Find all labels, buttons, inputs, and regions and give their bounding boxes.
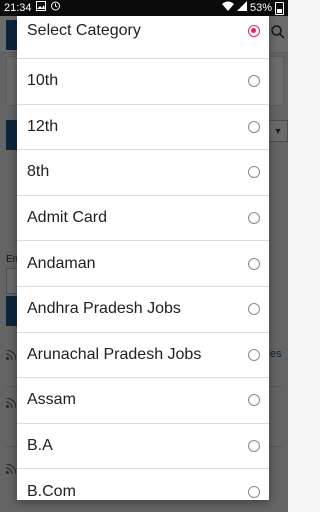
status-bar: 21:34 53% — [0, 0, 288, 16]
option-10th[interactable]: 10th — [17, 59, 269, 105]
option-andhra-pradesh-jobs[interactable]: Andhra Pradesh Jobs — [17, 287, 269, 333]
radio-icon[interactable] — [248, 394, 260, 407]
option-label: Admit Card — [27, 209, 108, 227]
option-label: Andaman — [27, 254, 96, 272]
option-assam[interactable]: Assam — [17, 378, 269, 424]
option-ba[interactable]: B.A — [17, 424, 269, 470]
option-label: 8th — [27, 163, 50, 181]
signal-icon — [236, 0, 247, 16]
option-arunachal-pradesh-jobs[interactable]: Arunachal Pradesh Jobs — [17, 333, 269, 379]
option-label: 12th — [27, 117, 59, 135]
radio-selected-icon[interactable] — [248, 25, 260, 37]
status-time: 21:34 — [4, 2, 32, 14]
option-select-category[interactable]: Select Category — [17, 16, 269, 59]
option-label: B.A — [27, 437, 53, 455]
wifi-icon — [221, 0, 234, 16]
option-label: 10th — [27, 72, 59, 90]
radio-icon[interactable] — [248, 440, 260, 453]
option-andaman[interactable]: Andaman — [17, 241, 269, 287]
category-select-dialog: Select Category 10th 12th 8th Admit Card… — [17, 16, 269, 500]
option-label: Andhra Pradesh Jobs — [27, 300, 181, 318]
option-label: B.Com — [27, 482, 76, 500]
radio-icon[interactable] — [248, 485, 260, 498]
radio-icon[interactable] — [248, 75, 260, 88]
battery-icon — [275, 1, 284, 15]
radio-icon[interactable] — [248, 257, 260, 270]
radio-icon[interactable] — [248, 348, 260, 361]
alarm-icon — [50, 0, 61, 16]
option-label: Select Category — [27, 22, 141, 39]
image-icon — [35, 0, 46, 16]
option-label: Arunachal Pradesh Jobs — [27, 345, 202, 363]
radio-icon[interactable] — [248, 166, 260, 179]
option-bcom[interactable]: B.Com — [17, 469, 269, 500]
option-8th[interactable]: 8th — [17, 150, 269, 196]
option-label: Assam — [27, 391, 76, 409]
option-admit-card[interactable]: Admit Card — [17, 196, 269, 242]
option-12th[interactable]: 12th — [17, 105, 269, 151]
radio-icon[interactable] — [248, 212, 260, 225]
radio-icon[interactable] — [248, 303, 260, 316]
battery-percent: 53% — [249, 2, 272, 14]
radio-icon[interactable] — [248, 120, 260, 133]
